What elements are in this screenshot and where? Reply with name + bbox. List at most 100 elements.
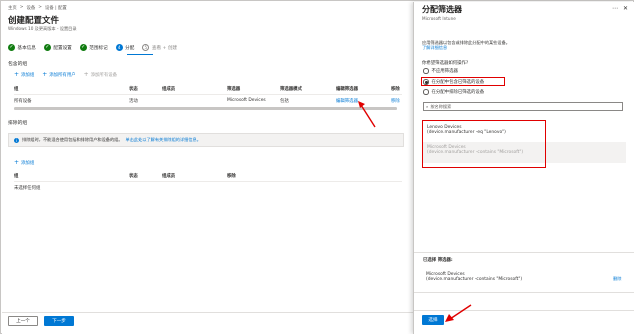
search-icon: ⌕	[426, 104, 429, 109]
header-divider	[14, 181, 402, 182]
step-review-create[interactable]: 5 查看 + 创建	[142, 44, 177, 51]
more-icon[interactable]: ⋯	[612, 5, 618, 12]
excluded-actions: + 添加组	[14, 159, 35, 167]
step-assignments[interactable]: 4 分配	[115, 44, 135, 51]
excluded-table-header: 组 状态 组成员 移除	[14, 172, 402, 180]
info-banner: i 排除组时，不能混合使用包括和排除用户和设备的组。 单击此处以了解有关排除组的…	[8, 133, 404, 147]
step-number-icon: 4	[115, 44, 123, 51]
radio-no-filter[interactable]: 不应用筛选器	[423, 68, 458, 74]
add-all-devices-label: 添加所有设备	[90, 73, 117, 78]
annotation-box-filters	[422, 120, 546, 168]
step-configuration-settings[interactable]: ✓ 配置设置	[43, 44, 72, 51]
next-button[interactable]: 下一步	[44, 316, 74, 326]
breadcrumb-devices[interactable]: 设备	[26, 5, 35, 11]
empty-row: 未选择任何组	[14, 184, 402, 193]
check-icon: ✓	[79, 44, 87, 51]
add-all-devices-button[interactable]: + 添加所有设备	[83, 71, 117, 79]
previous-button[interactable]: 上一个	[8, 316, 38, 326]
filter-question: 你希望筛选器如何操作?	[422, 61, 469, 66]
column-header-remove: 移除	[227, 174, 236, 179]
column-header-filter-mode: 筛选器模式	[280, 87, 302, 92]
step-label: 分配	[125, 45, 135, 51]
breadcrumb-separator: >	[38, 5, 42, 10]
page-title: 创建配置文件	[8, 16, 60, 26]
close-icon[interactable]: ✕	[623, 5, 628, 12]
add-all-users-label: 添加所有用户	[49, 73, 76, 78]
step-label: 范围标记	[89, 45, 108, 51]
info-icon: i	[14, 137, 19, 143]
add-groups-button[interactable]: + 添加组	[14, 71, 35, 79]
included-table-header: 组 状态 组成员 筛选器 筛选器模式 编辑筛选器 移除	[14, 85, 402, 93]
selected-filter: Microsoft Devices (device.manufacturer -…	[426, 272, 522, 282]
check-icon: ✓	[8, 44, 15, 51]
step-label: 配置设置	[53, 45, 72, 51]
remove-selected-link[interactable]: 删除	[613, 276, 621, 282]
column-header-filter: 筛选器	[227, 87, 241, 92]
filter-search-input[interactable]: ⌕ 按名称搜索	[423, 102, 623, 111]
row-filter-mode: 包括	[280, 99, 289, 104]
excluded-groups-label: 排除的组	[8, 121, 28, 126]
info-link[interactable]: 单击此处以了解有关排除组的详细信息。	[126, 137, 201, 143]
step-label: 基本信息	[17, 45, 36, 51]
breadcrumb-home[interactable]: 主页	[8, 5, 17, 11]
row-status: 活动	[129, 99, 138, 104]
info-text: 排除组时，不能混合使用包括和排除用户和设备的组。	[22, 137, 123, 142]
selected-filter-label: 已选择 筛选器:	[423, 258, 453, 263]
create-profile-pane: 主页 > 设备 > 设备 | 配置 创建配置文件 Windows 10 及更高版…	[2, 2, 413, 334]
plus-icon: +	[42, 71, 48, 78]
empty-text: 未选择任何组	[14, 186, 41, 191]
footer-divider	[2, 312, 413, 313]
included-actions: + 添加组 + 添加所有用户 + 添加所有设备	[14, 71, 117, 79]
add-excluded-groups-button[interactable]: + 添加组	[14, 159, 35, 167]
add-groups-label: 添加组	[21, 161, 35, 166]
search-placeholder: 按名称搜索	[430, 103, 452, 109]
learn-more-link[interactable]: 了解详细信息	[422, 45, 447, 51]
column-header-edit-filter: 编辑筛选器	[336, 87, 358, 92]
annotation-arrow	[358, 101, 376, 128]
assign-filter-panel: 分配筛选器 Microsoft Intune ⋯ ✕ 应用筛选器以包含或排除此分…	[413, 2, 634, 334]
check-icon: ✓	[43, 44, 51, 51]
selected-filter-rule: (device.manufacturer -contains "Microsof…	[426, 277, 523, 282]
remove-link[interactable]: 移除	[391, 98, 400, 104]
add-all-users-button[interactable]: + 添加所有用户	[42, 71, 76, 79]
add-groups-label: 添加组	[21, 73, 35, 78]
radio-label: 不应用筛选器	[431, 69, 458, 74]
select-button[interactable]: 选择	[422, 315, 444, 325]
radio-exclude-filtered[interactable]: 在分配中排除已筛选的设备	[423, 89, 484, 95]
column-header-group: 组	[14, 174, 19, 179]
screenshot-frame: 主页 > 设备 > 设备 | 配置 创建配置文件 Windows 10 及更高版…	[0, 0, 634, 334]
header-divider	[14, 94, 402, 95]
breadcrumb-device-config[interactable]: 设备 | 配置	[45, 5, 67, 11]
radio-circle	[423, 89, 429, 95]
step-basics[interactable]: ✓ 基本信息	[8, 44, 36, 51]
annotation-arrow	[445, 304, 472, 322]
radio-circle	[423, 68, 429, 74]
column-header-group: 组	[14, 87, 19, 92]
step-scope-tags[interactable]: ✓ 范围标记	[79, 44, 108, 51]
plus-icon: +	[14, 159, 20, 166]
table-row: 所有设备 活动 Microsoft Devices 包括 编辑筛选器 移除	[14, 97, 402, 106]
panel-divider	[414, 252, 634, 253]
included-groups-label: 包含的组	[8, 62, 28, 67]
column-header-status: 状态	[129, 87, 138, 92]
column-header-members: 组成员	[162, 174, 176, 179]
panel-divider	[414, 292, 634, 293]
wizard-steps: ✓ 基本信息 ✓ 配置设置 ✓ 范围标记 4 分配 5 查看 + 创建	[8, 44, 177, 51]
step-label: 查看 + 创建	[151, 45, 178, 51]
column-header-status: 状态	[129, 174, 138, 179]
step-number-icon: 5	[142, 44, 150, 51]
breadcrumb: 主页 > 设备 > 设备 | 配置	[8, 5, 67, 11]
plus-icon: +	[83, 71, 89, 78]
row-filter: Microsoft Devices	[227, 98, 266, 103]
edit-filter-link[interactable]: 编辑筛选器	[336, 98, 358, 104]
horizontal-scrollbar[interactable]	[14, 107, 397, 110]
plus-icon: +	[14, 71, 20, 78]
radio-label: 在分配中排除已筛选的设备	[431, 90, 485, 95]
column-header-remove: 移除	[391, 87, 400, 92]
panel-subtitle: Microsoft Intune	[422, 16, 456, 21]
breadcrumb-separator: >	[19, 5, 24, 10]
column-header-members: 组成员	[162, 87, 176, 92]
current-step-underline	[127, 54, 153, 56]
row-group: 所有设备	[14, 99, 32, 104]
annotation-box-radio	[421, 77, 505, 86]
